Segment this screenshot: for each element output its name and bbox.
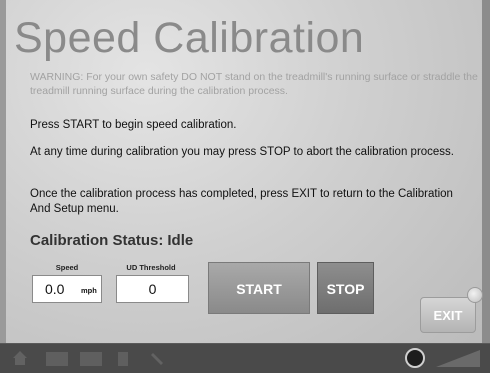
window-icon[interactable] <box>46 352 68 366</box>
start-button[interactable]: START <box>208 262 310 314</box>
ud-threshold-label: UD Threshold <box>126 263 176 272</box>
volume-icon[interactable] <box>405 348 425 368</box>
speed-field: 0.0 mph <box>32 275 102 303</box>
screen-bezel-left <box>0 0 6 373</box>
home-icon[interactable] <box>12 350 28 366</box>
page-title: Speed Calibration <box>14 14 365 62</box>
calibration-status: Calibration Status: Idle <box>30 232 193 249</box>
window-icon[interactable] <box>80 352 102 366</box>
stop-button[interactable]: STOP <box>317 262 374 314</box>
instruction-exit: Once the calibration process has complet… <box>30 188 453 215</box>
instruction-stop: At any time during calibration you may p… <box>30 146 455 158</box>
calibration-screen: Speed Calibration WARNING: For your own … <box>0 0 490 373</box>
screen-bezel-right <box>482 0 490 373</box>
exit-indicator-icon <box>467 287 483 303</box>
status-value: Idle <box>167 232 194 249</box>
safety-warning: WARNING: For your own safety DO NOT stan… <box>30 71 478 97</box>
wrench-icon[interactable] <box>150 350 166 366</box>
volume-level-icon[interactable] <box>434 348 482 368</box>
device-icon[interactable] <box>118 352 128 366</box>
ud-threshold-field: 0 <box>116 275 189 303</box>
instruction-start: Press START to begin speed calibration. <box>30 119 237 131</box>
speed-value: 0.0 <box>45 281 65 297</box>
status-label: Calibration Status: <box>30 232 164 249</box>
exit-button[interactable]: EXIT <box>420 297 476 333</box>
speed-unit: mph <box>81 286 97 295</box>
speed-label: Speed <box>55 263 79 272</box>
